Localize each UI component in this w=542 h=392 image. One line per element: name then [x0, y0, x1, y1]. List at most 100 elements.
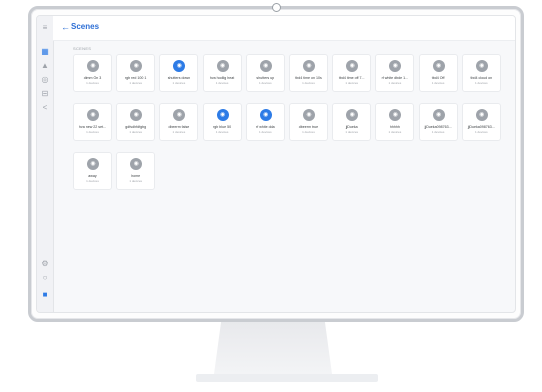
- scene-icon[interactable]: ◉: [259, 109, 272, 121]
- scene-icon[interactable]: ◉: [173, 109, 186, 121]
- menu-icon[interactable]: ≡: [41, 24, 49, 32]
- app-screen: ≡ ▦ ▲ ◎ ⊟ < ⚙ ○ ■ ← Scenes SCENES ◉ dimm …: [36, 15, 516, 313]
- scene-card[interactable]: ◉ dbeerm false 1 devices: [159, 103, 199, 141]
- scene-icon[interactable]: ◉: [259, 60, 272, 72]
- scene-card[interactable]: ◉ dimm Ón 31 devices: [73, 54, 112, 92]
- palette-icon: ◉: [392, 112, 399, 118]
- scene-name: shutters down: [167, 76, 191, 80]
- palette-icon: ◉: [176, 63, 183, 69]
- scene-card[interactable]: ◉ rgb red 100 11 devices: [116, 54, 156, 92]
- scene-icon[interactable]: ◉: [346, 60, 359, 72]
- share-icon[interactable]: <: [41, 104, 49, 112]
- scene-device-count: 1 devices: [129, 130, 143, 134]
- scene-name: tbd4 Off: [431, 76, 445, 80]
- scene-device-count: 1 devices: [215, 81, 229, 85]
- scene-device-count: 1 devices: [302, 81, 315, 85]
- scene-icon[interactable]: ◉: [216, 109, 229, 121]
- scene-card[interactable]: ◉ jjDueka098763... 1 devices: [461, 103, 501, 141]
- automation-icon[interactable]: ⊟: [41, 90, 49, 98]
- scene-card[interactable]: ◉ home 1 devices: [116, 152, 156, 190]
- scene-card[interactable]: ◉ dbeerm true 1 devices: [289, 103, 328, 141]
- scene-name: tbd4 time on 10s: [295, 76, 322, 80]
- section-label: SCENES: [73, 46, 92, 51]
- palette-icon: ◉: [176, 112, 183, 118]
- palette-icon: ◉: [392, 63, 399, 69]
- scene-name: jjDueka098763...: [424, 125, 452, 129]
- palette-icon: ◉: [219, 63, 226, 69]
- palette-icon: ◉: [133, 112, 139, 118]
- palette-icon: ◉: [435, 112, 442, 118]
- scene-icon[interactable]: ◉: [346, 109, 359, 121]
- scene-icon[interactable]: ◉: [432, 109, 445, 121]
- devices-icon[interactable]: ▲: [41, 62, 49, 70]
- scene-card[interactable]: ◉ gdfsdhfdfgbg 1 devices: [116, 103, 156, 141]
- palette-icon: ◉: [479, 112, 485, 118]
- scene-device-count: 1 devices: [86, 130, 99, 134]
- scene-card[interactable]: ◉ hhhhh 1 devices: [375, 103, 415, 141]
- scene-card[interactable]: ◉ hva new 22 set... 1 devices: [73, 103, 112, 141]
- scene-device-count: 1 devices: [431, 81, 445, 85]
- scene-icon[interactable]: ◉: [173, 60, 186, 72]
- scene-card[interactable]: ◉ away 1 devices: [73, 152, 112, 190]
- palette-icon: ◉: [306, 112, 312, 118]
- scene-name: rgb blue 50: [213, 125, 232, 129]
- scene-icon[interactable]: ◉: [475, 109, 488, 121]
- scene-name: rf white dbde 1...: [381, 76, 409, 80]
- arrow-left-icon[interactable]: ←: [61, 22, 70, 32]
- monitor-stand-base: [196, 374, 378, 382]
- scene-card[interactable]: ◉ tbd4 Off 1 devices: [418, 54, 458, 92]
- scene-icon[interactable]: ◉: [87, 158, 99, 170]
- scene-icon[interactable]: ◉: [389, 109, 402, 121]
- user-icon[interactable]: ■: [41, 291, 49, 299]
- scene-device-count: 1 devices: [129, 81, 143, 85]
- top-bar: ← Scenes: [53, 16, 515, 41]
- scene-card[interactable]: ◉ jjDueka098763... 1 devices: [418, 103, 458, 141]
- scene-icon[interactable]: ◉: [475, 60, 488, 72]
- scene-name: dbeerm true: [298, 125, 319, 129]
- scene-name: hva hodlig heat: [209, 76, 235, 80]
- scene-name: home: [131, 174, 141, 178]
- scene-name: jjDueka: [345, 125, 358, 129]
- home-icon[interactable]: ▦: [41, 48, 49, 56]
- scene-icon[interactable]: ◉: [303, 109, 315, 121]
- scene-card[interactable]: ◉ rf white dda 1 devices: [245, 103, 285, 141]
- scene-device-count: 1 devices: [388, 130, 402, 134]
- scene-card[interactable]: ◉ jjDueka 1 devices: [332, 103, 372, 141]
- palette-icon: ◉: [306, 63, 312, 69]
- scenes-icon[interactable]: ◎: [41, 76, 49, 84]
- scene-icon[interactable]: ◉: [130, 158, 143, 170]
- scene-icon[interactable]: ◉: [87, 60, 99, 72]
- scene-device-count: 1 devices: [474, 130, 488, 134]
- palette-icon: ◉: [479, 63, 485, 69]
- settings-icon[interactable]: ⚙: [41, 260, 49, 268]
- scene-name: away: [88, 174, 97, 178]
- palette-icon: ◉: [133, 161, 139, 167]
- scene-name: rf white dda: [256, 125, 275, 129]
- scene-name: dbeerm false: [168, 125, 190, 129]
- scene-card[interactable]: ◉ rf white dbde 1... 1 devices: [375, 54, 415, 92]
- scene-icon[interactable]: ◉: [130, 60, 143, 72]
- scene-card[interactable]: ◉ rgb blue 50 1 devices: [202, 103, 242, 141]
- scene-icon[interactable]: ◉: [216, 60, 229, 72]
- help-icon[interactable]: ○: [41, 274, 49, 282]
- scene-card[interactable]: ◉ shutters up 1 devices: [245, 54, 285, 92]
- scene-device-count: 1 devices: [215, 130, 229, 134]
- scene-device-count: 1 devices: [172, 81, 186, 85]
- scene-icon[interactable]: ◉: [389, 60, 402, 72]
- scene-card[interactable]: ◉ tbd4 time off 7... 1 devices: [332, 54, 372, 92]
- scene-card[interactable]: ◉ shutters down 1 devices: [159, 54, 199, 92]
- scene-name: shutters up: [256, 76, 275, 80]
- palette-icon: ◉: [219, 112, 226, 118]
- scene-device-count: 1 devices: [258, 81, 272, 85]
- scene-card[interactable]: ◉ hva hodlig heat 1 devices: [202, 54, 242, 92]
- scene-icon[interactable]: ◉: [303, 60, 315, 72]
- scene-icon[interactable]: ◉: [130, 109, 143, 121]
- scene-card[interactable]: ◉ tbd4 cloud on 1 devices: [461, 54, 501, 92]
- scene-card[interactable]: ◉ tbd4 time on 10s 1 devices: [289, 54, 328, 92]
- scene-icon[interactable]: ◉: [87, 109, 99, 121]
- palette-icon: ◉: [349, 63, 355, 69]
- scene-name: hhhhh: [389, 125, 400, 129]
- scene-device-count: 1 devices: [86, 81, 99, 85]
- scene-icon[interactable]: ◉: [432, 60, 445, 72]
- palette-icon: ◉: [435, 63, 442, 69]
